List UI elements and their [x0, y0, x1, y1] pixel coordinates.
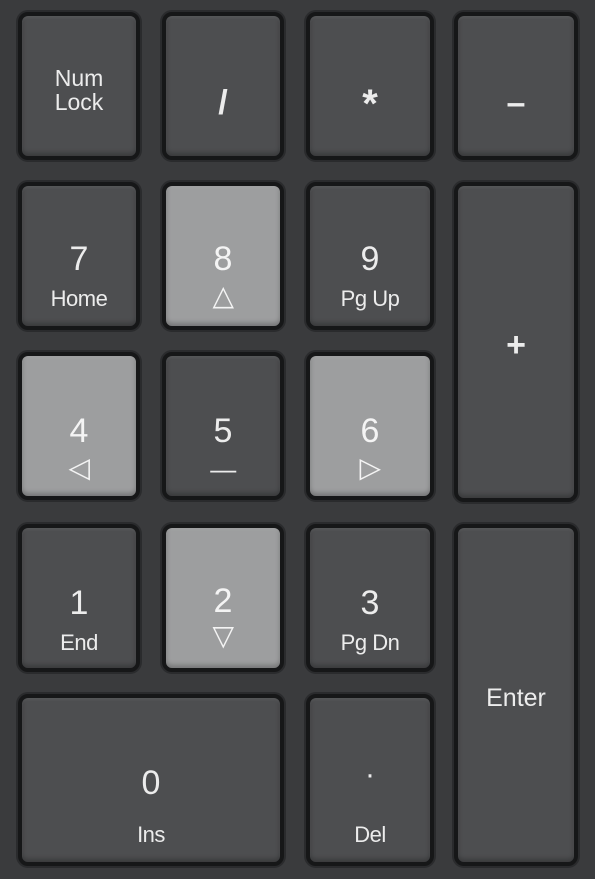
key-enter[interactable]: Enter [454, 524, 578, 866]
up-arrow-icon: △ [212, 280, 234, 311]
key-7-home[interactable]: 7 Home [18, 182, 140, 330]
right-arrow-icon: ▷ [359, 452, 381, 483]
key-0-ins[interactable]: 0 Ins [18, 694, 284, 866]
pgup-label: Pg Up [340, 286, 400, 311]
dot-label: · [365, 758, 375, 791]
left-arrow-icon: ◁ [68, 452, 90, 483]
zero-label: 0 [141, 764, 161, 802]
key-plus[interactable]: + [454, 182, 578, 502]
three-label: 3 [360, 584, 380, 622]
key-num-lock[interactable]: Num Lock [18, 12, 140, 160]
key-divide[interactable]: / [162, 12, 284, 160]
eight-label: 8 [213, 240, 233, 278]
key-minus[interactable]: – [454, 12, 578, 160]
key-5[interactable]: 5 — [162, 352, 284, 500]
key-dot-del[interactable]: · Del [306, 694, 434, 866]
multiply-label: * [362, 82, 378, 126]
pgdn-label: Pg Dn [340, 630, 400, 655]
seven-label: 7 [69, 240, 89, 278]
num-lock-label: Num Lock [22, 66, 136, 114]
key-4-left[interactable]: 4 ◁ [18, 352, 140, 500]
minus-label: – [506, 84, 526, 122]
del-label: Del [354, 822, 386, 847]
key-8-up[interactable]: 8 △ [162, 182, 284, 330]
five-label: 5 [213, 412, 233, 450]
six-label: 6 [360, 412, 380, 450]
five-underline: — [210, 454, 236, 484]
home-label: Home [50, 286, 108, 311]
num-lock-line2: Lock [54, 89, 104, 115]
key-6-right[interactable]: 6 ▷ [306, 352, 434, 500]
four-label: 4 [69, 412, 89, 450]
key-3-pgdn[interactable]: 3 Pg Dn [306, 524, 434, 672]
plus-label: + [506, 326, 526, 364]
end-label: End [60, 630, 98, 655]
key-9-pgup[interactable]: 9 Pg Up [306, 182, 434, 330]
key-multiply[interactable]: * [306, 12, 434, 160]
nine-label: 9 [360, 240, 380, 278]
divide-label: / [218, 84, 228, 122]
down-arrow-icon: ▽ [212, 620, 234, 651]
numeric-keypad: Num Lock / * – 7 Home 8 △ 9 Pg Up + 4 ◁ … [0, 0, 595, 879]
num-lock-line1: Num [54, 65, 104, 91]
one-label: 1 [69, 584, 89, 622]
ins-label: Ins [137, 822, 165, 847]
key-2-down[interactable]: 2 ▽ [162, 524, 284, 672]
key-1-end[interactable]: 1 End [18, 524, 140, 672]
enter-label: Enter [486, 684, 546, 712]
two-label: 2 [213, 582, 233, 620]
